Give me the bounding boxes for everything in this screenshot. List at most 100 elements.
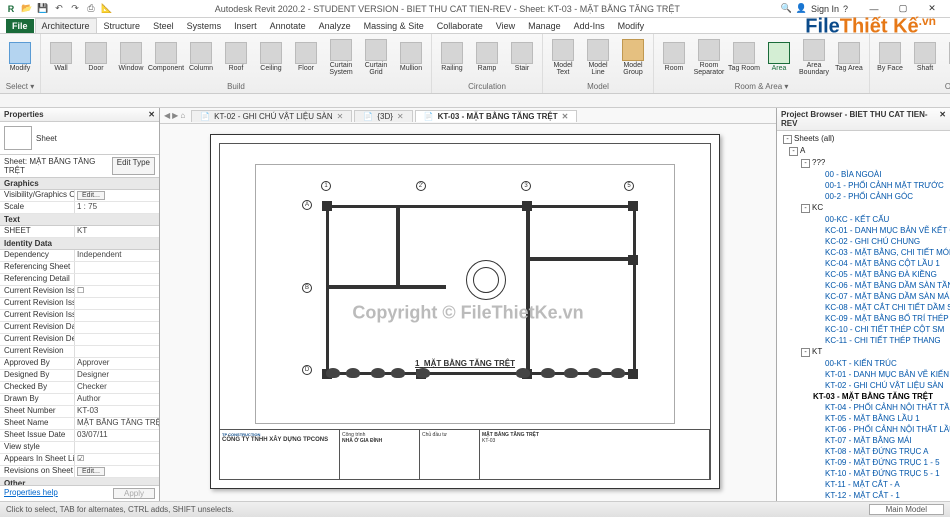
undo-icon[interactable]: ↶ — [52, 2, 66, 16]
close-icon[interactable]: ✕ — [148, 110, 155, 119]
measure-icon[interactable]: 📐 — [100, 2, 114, 16]
component-button[interactable]: Component — [150, 36, 182, 78]
model-line-button[interactable]: Model Line — [582, 36, 614, 78]
tag-room-button[interactable]: Tag Room — [728, 36, 760, 78]
tree-item[interactable]: KC-01 - DANH MỤC BẢN VẼ KẾT CẤU — [779, 225, 948, 236]
curtain-system-button[interactable]: Curtain System — [325, 36, 357, 78]
modify-button[interactable]: Modify — [4, 36, 36, 78]
tree-item[interactable]: KC-11 - CHI TIẾT THÉP THANG — [779, 335, 948, 346]
floor-button[interactable]: Floor — [290, 36, 322, 78]
tab-home-icon[interactable]: ⌂ — [180, 111, 185, 120]
tree-item[interactable]: KT-03 - MẶT BẰNG TĂNG TRỆT — [779, 391, 948, 402]
prop-row[interactable]: Appears In Sheet List☑ — [0, 454, 159, 466]
prop-row[interactable]: Approved ByApprover — [0, 358, 159, 370]
tree-item[interactable]: KC-08 - MẶT CẮT CHI TIẾT DẦM SÀN MÁI — [779, 302, 948, 313]
roof-button[interactable]: Roof — [220, 36, 252, 78]
prop-row[interactable]: Scale1 : 75 — [0, 202, 159, 214]
prop-row[interactable]: Sheet Issue Date03/07/11 — [0, 430, 159, 442]
tree-item[interactable]: KC-05 - MẶT BẰNG ĐÀ KIỀNG — [779, 269, 948, 280]
stair-button[interactable]: Stair — [506, 36, 538, 78]
prop-group[interactable]: Identity Data — [0, 238, 159, 250]
prop-group[interactable]: Other — [0, 478, 159, 485]
expand-icon[interactable]: - — [789, 147, 798, 156]
ribbon-tab-addins[interactable]: Add-Ins — [568, 19, 611, 33]
ribbon-tab-systems[interactable]: Systems — [181, 19, 228, 33]
model-text-button[interactable]: Model Text — [547, 36, 579, 78]
window-button[interactable]: Window — [115, 36, 147, 78]
ribbon-tab-annotate[interactable]: Annotate — [264, 19, 312, 33]
close-icon[interactable]: ✕ — [337, 112, 344, 121]
tree-item[interactable]: KT-09 - MẶT ĐỨNG TRỤC 1 - 5 — [779, 457, 948, 468]
close-icon[interactable]: ✕ — [397, 112, 404, 121]
prop-row[interactable]: Drawn ByAuthor — [0, 394, 159, 406]
tree-item[interactable]: KT-04 - PHỐI CẢNH NỘI THẤT TẦNG TRỆT — [779, 402, 948, 413]
tree-item[interactable]: KT-06 - PHỐI CẢNH NỘI THẤT LẦU 1 — [779, 424, 948, 435]
tree-item[interactable]: KT-05 - MẶT BẰNG LẦU 1 — [779, 413, 948, 424]
prop-row[interactable]: Sheet NumberKT-03 — [0, 406, 159, 418]
prop-row[interactable]: Referencing Detail — [0, 274, 159, 286]
close-icon[interactable]: ✕ — [939, 110, 946, 128]
expand-icon[interactable]: - — [801, 348, 810, 357]
instance-filter[interactable]: Sheet: MẶT BẰNG TĂNG TRỆT — [4, 157, 104, 175]
prop-row[interactable]: Current Revision — [0, 346, 159, 358]
room-button[interactable]: Room — [658, 36, 690, 78]
search-icon[interactable]: 🔍 — [781, 3, 792, 14]
ribbon-tab-analyze[interactable]: Analyze — [313, 19, 357, 33]
tree-item[interactable]: KT-10 - MẶT ĐỨNG TRỤC 5 - 1 — [779, 468, 948, 479]
prop-row[interactable]: Current Revision Issued☐ — [0, 286, 159, 298]
ribbon-tab-view[interactable]: View — [490, 19, 521, 33]
prop-row[interactable]: Current Revision Date — [0, 322, 159, 334]
prop-row[interactable]: Revisions on SheetEdit... — [0, 466, 159, 478]
prop-row[interactable]: DependencyIndependent — [0, 250, 159, 262]
tree-item[interactable]: KC-09 - MẶT BẰNG BỐ TRÍ THÉP SÀN TẦNG TR… — [779, 313, 948, 324]
tree-item[interactable]: 00-1 - PHỐI CẢNH MẶT TRƯỚC — [779, 180, 948, 191]
model-selector[interactable]: Main Model — [869, 504, 944, 515]
tree-item[interactable]: -??? — [779, 157, 948, 169]
print-icon[interactable]: ⎙ — [84, 2, 98, 16]
user-icon[interactable]: 👤 — [796, 3, 807, 14]
tag-area-button[interactable]: Tag Area — [833, 36, 865, 78]
column-button[interactable]: Column — [185, 36, 217, 78]
revit-icon[interactable]: R — [4, 2, 18, 16]
curtain-grid-button[interactable]: Curtain Grid — [360, 36, 392, 78]
browser-tree[interactable]: -Sheets (all)-A-???00 - BÌA NGOÀI00-1 - … — [777, 131, 950, 501]
tree-item[interactable]: KT-07 - MẶT BẰNG MÁI — [779, 435, 948, 446]
ribbon-tab-insert[interactable]: Insert — [228, 19, 263, 33]
view-tab[interactable]: 📄KT-03 - MẶT BẰNG TĂNG TRỆT✕ — [415, 110, 578, 122]
apply-button[interactable]: Apply — [113, 488, 155, 499]
ribbon-tab-manage[interactable]: Manage — [522, 19, 567, 33]
redo-icon[interactable]: ↷ — [68, 2, 82, 16]
tree-item[interactable]: KC-03 - MẶT BẰNG, CHI TIẾT MÓNG — [779, 247, 948, 258]
room-separator-button[interactable]: Room Separator — [693, 36, 725, 78]
prop-row[interactable]: Sheet NameMẶT BẰNG TĂNG TRỆT — [0, 418, 159, 430]
tree-item[interactable]: KC-07 - MẶT BẰNG DẦM SÀN MÁI — [779, 291, 948, 302]
wall-button[interactable]: Wall — [45, 36, 77, 78]
ribbon-tab-massingsite[interactable]: Massing & Site — [358, 19, 430, 33]
tree-item[interactable]: -KT — [779, 346, 948, 358]
tab-next-icon[interactable]: ▶ — [172, 111, 178, 120]
prop-row[interactable]: Checked ByChecker — [0, 382, 159, 394]
drawing-canvas[interactable]: 1 2' 3 5 A B D — [160, 124, 776, 501]
expand-icon[interactable]: - — [783, 135, 792, 144]
prop-row[interactable]: Visibility/Graphics Over...Edit... — [0, 190, 159, 202]
ribbon-tab-architecture[interactable]: Architecture — [35, 18, 97, 33]
tree-item[interactable]: -Sheets (all) — [779, 133, 948, 145]
help-icon[interactable]: ? — [843, 4, 848, 14]
tree-item[interactable]: -A — [779, 145, 948, 157]
tree-item[interactable]: KT-11 - MẶT CẮT - A — [779, 479, 948, 490]
edit-type-button[interactable]: Edit Type — [112, 157, 155, 175]
prop-row[interactable]: Current Revision Descr... — [0, 334, 159, 346]
save-icon[interactable]: 💾 — [36, 2, 50, 16]
tree-item[interactable]: KT-12 - MẶT CẮT - 1 — [779, 490, 948, 501]
ribbon-tab-structure[interactable]: Structure — [98, 19, 147, 33]
model-group-button[interactable]: Model Group — [617, 36, 649, 78]
op-wall-button[interactable]: Wall — [944, 36, 950, 78]
tree-item[interactable]: 00-KC - KẾT CẤU — [779, 214, 948, 225]
area-boundary-button[interactable]: Area Boundary — [798, 36, 830, 78]
area-button[interactable]: Area — [763, 36, 795, 78]
tree-item[interactable]: KC-02 - GHI CHÚ CHUNG — [779, 236, 948, 247]
prop-group[interactable]: Graphics — [0, 178, 159, 190]
ribbon-tab-steel[interactable]: Steel — [147, 19, 180, 33]
tree-item[interactable]: KC-06 - MẶT BẰNG DẦM SÀN TẦNG 2 — [779, 280, 948, 291]
tree-item[interactable]: KC-10 - CHI TIẾT THÉP CỘT SM — [779, 324, 948, 335]
